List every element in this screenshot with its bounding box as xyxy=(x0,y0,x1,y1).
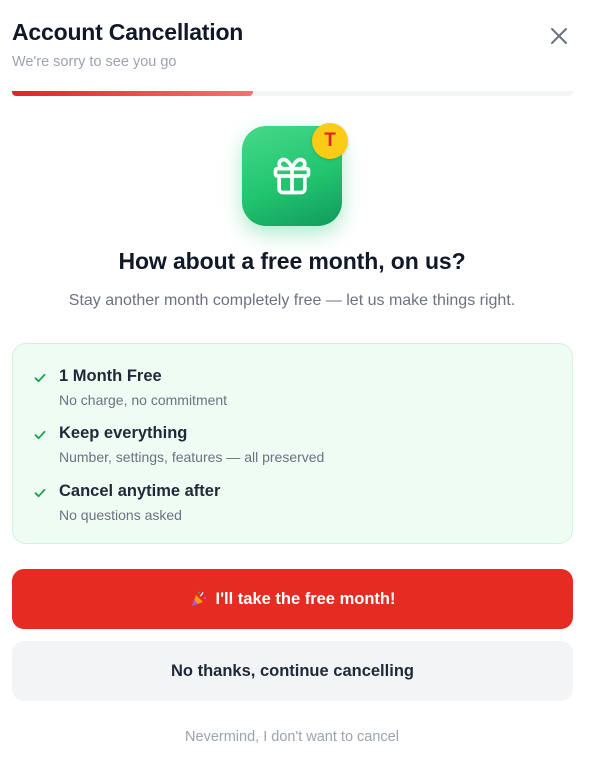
continue-cancelling-button[interactable]: No thanks, continue cancelling xyxy=(12,641,573,701)
offer-headline: How about a free month, on us? xyxy=(118,248,466,274)
benefit-title: 1 Month Free xyxy=(59,367,162,385)
progress-fill xyxy=(12,91,254,96)
modal-header: Account Cancellation We're sorry to see … xyxy=(0,0,596,92)
benefits-card: 1 Month Free No charge, no commitment Ke… xyxy=(12,343,573,544)
accept-offer-button[interactable]: I'll take the free month! xyxy=(12,569,573,629)
party-popper-icon xyxy=(191,591,206,606)
check-icon xyxy=(34,430,46,440)
offer-illustration: T xyxy=(242,123,348,226)
check-icon xyxy=(34,373,46,383)
offer-description: Stay another month completely free — let… xyxy=(68,292,516,309)
benefit-subtitle: Number, settings, features — all preserv… xyxy=(59,449,325,465)
accept-offer-label: I'll take the free month! xyxy=(215,589,396,608)
nevermind-link[interactable]: Nevermind, I don't want to cancel xyxy=(0,729,584,745)
gift-icon xyxy=(273,157,311,195)
check-icon xyxy=(34,488,46,498)
modal-subtitle: We're sorry to see you go xyxy=(12,54,177,70)
benefit-subtitle: No questions asked xyxy=(59,507,182,523)
continue-cancelling-label: No thanks, continue cancelling xyxy=(171,661,414,680)
progress-bar xyxy=(12,91,573,96)
badge-letter: T xyxy=(324,130,336,151)
brand-badge: T xyxy=(312,123,348,159)
benefit-title: Keep everything xyxy=(59,424,188,442)
close-button[interactable] xyxy=(545,22,573,50)
benefit-subtitle: No charge, no commitment xyxy=(59,392,228,408)
close-icon xyxy=(551,28,567,44)
modal-title: Account Cancellation xyxy=(12,19,244,45)
benefit-title: Cancel anytime after xyxy=(59,482,221,500)
